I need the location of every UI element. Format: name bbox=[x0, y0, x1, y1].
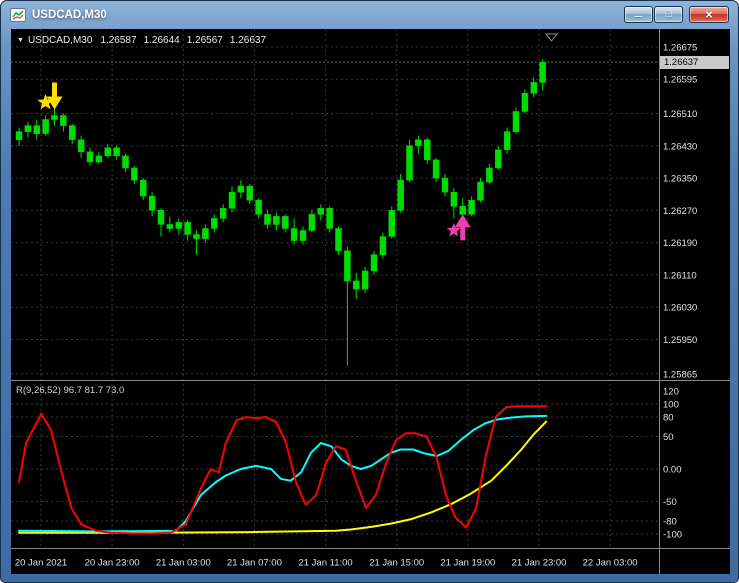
window-icon bbox=[10, 7, 26, 23]
indicator-line-slow bbox=[19, 422, 546, 533]
svg-text:-80: -80 bbox=[663, 517, 677, 528]
maximize-icon: □ bbox=[665, 9, 672, 20]
svg-text:20 Jan 23:00: 20 Jan 23:00 bbox=[85, 558, 140, 569]
svg-text:21 Jan 07:00: 21 Jan 07:00 bbox=[227, 558, 282, 569]
chart-window: USDCAD,M30 ─ □ × 1.266751.265951.265101.… bbox=[0, 0, 739, 583]
indicator-line-fast bbox=[19, 406, 546, 533]
svg-text:21 Jan 23:00: 21 Jan 23:00 bbox=[512, 558, 567, 569]
quote-low: 1.26567 bbox=[187, 35, 223, 46]
buy-arrow-icon bbox=[455, 214, 471, 227]
quote-symbol: USDCAD,M30 bbox=[28, 35, 92, 46]
svg-text:22 Jan 03:00: 22 Jan 03:00 bbox=[583, 558, 638, 569]
sell-arrow-shaft bbox=[52, 82, 57, 97]
svg-text:21 Jan 11:00: 21 Jan 11:00 bbox=[298, 558, 352, 569]
candle-series bbox=[16, 59, 546, 365]
titlebar[interactable]: USDCAD,M30 ─ □ × bbox=[1, 1, 738, 29]
svg-text:1.26270: 1.26270 bbox=[663, 206, 697, 217]
svg-text:1.25865: 1.25865 bbox=[663, 369, 697, 380]
sell-star-icon bbox=[37, 94, 53, 109]
svg-text:80: 80 bbox=[663, 413, 674, 424]
svg-text:21 Jan 15:00: 21 Jan 15:00 bbox=[369, 558, 424, 569]
indicator-label: R(9,26,52) 96.7 81.7 73.0 bbox=[16, 385, 124, 396]
quote-open: 1.26587 bbox=[100, 35, 136, 46]
indicator-axis[interactable]: 120 100 80 50 0.00 -50 -80 -100 bbox=[663, 387, 682, 541]
quote-high: 1.26644 bbox=[144, 35, 180, 46]
svg-text:1.25950: 1.25950 bbox=[663, 335, 697, 346]
close-icon: × bbox=[705, 8, 713, 21]
close-button[interactable]: × bbox=[689, 6, 729, 23]
price-axis[interactable]: 1.26675 1.26595 1.26510 1.26430 1.26350 1.262… bbox=[663, 42, 697, 380]
svg-text:1.26110: 1.26110 bbox=[663, 270, 697, 281]
buy-arrow-shaft bbox=[460, 226, 465, 240]
signal-markers bbox=[37, 82, 470, 240]
current-price-tag: 1.26637 bbox=[660, 56, 729, 69]
svg-text:1.26675: 1.26675 bbox=[663, 42, 697, 53]
minimize-icon: ─ bbox=[635, 12, 643, 23]
svg-text:1.26030: 1.26030 bbox=[663, 303, 697, 314]
svg-text:1.26350: 1.26350 bbox=[663, 174, 697, 185]
svg-text:100: 100 bbox=[663, 400, 679, 411]
svg-text:21 Jan 19:00: 21 Jan 19:00 bbox=[440, 558, 495, 569]
svg-text:1.26190: 1.26190 bbox=[663, 238, 697, 249]
svg-text:120: 120 bbox=[663, 387, 679, 398]
symbol-dropdown-arrow-icon[interactable]: ▼ bbox=[17, 37, 24, 44]
svg-text:-100: -100 bbox=[663, 530, 682, 541]
svg-text:1.26430: 1.26430 bbox=[663, 141, 697, 152]
svg-text:50: 50 bbox=[663, 432, 674, 443]
svg-text:1.26510: 1.26510 bbox=[663, 109, 697, 120]
chart-shift-marker-icon bbox=[546, 34, 557, 41]
svg-text:21 Jan 03:00: 21 Jan 03:00 bbox=[156, 558, 211, 569]
chart-canvas[interactable]: 1.26675 1.26595 1.26510 1.26430 1.26350 1.262… bbox=[11, 29, 730, 574]
chart-client-area[interactable]: 1.26675 1.26595 1.26510 1.26430 1.26350 1.262… bbox=[11, 29, 730, 574]
minimize-button[interactable]: ─ bbox=[624, 6, 653, 23]
window-title: USDCAD,M30 bbox=[32, 9, 107, 21]
grid-lines bbox=[11, 29, 659, 548]
svg-text:1.26595: 1.26595 bbox=[663, 75, 697, 86]
time-axis[interactable]: 20 Jan 2021 20 Jan 23:00 21 Jan 03:00 21 Ja… bbox=[15, 558, 638, 569]
svg-text:20 Jan 2021: 20 Jan 2021 bbox=[15, 558, 67, 569]
quote-close: 1.26637 bbox=[230, 35, 266, 46]
maximize-button[interactable]: □ bbox=[654, 6, 683, 23]
quote-header: ▼ USDCAD,M30 1.26587 1.26644 1.26567 1.2… bbox=[17, 35, 273, 46]
indicator-lines bbox=[19, 406, 546, 533]
svg-text:-50: -50 bbox=[663, 497, 677, 508]
svg-text:0.00: 0.00 bbox=[663, 465, 682, 476]
